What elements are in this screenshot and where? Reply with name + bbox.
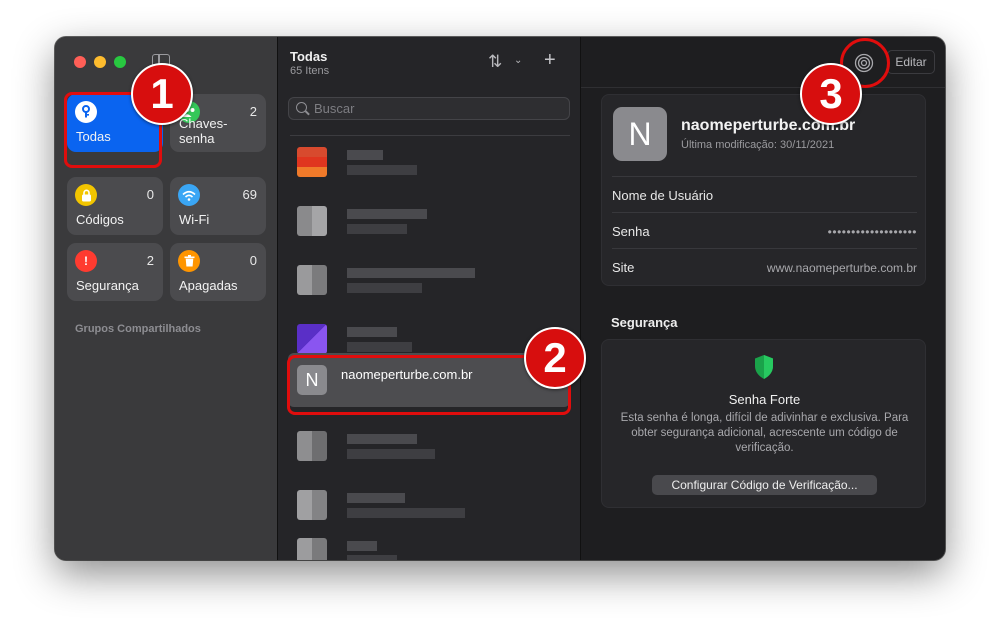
lock-icon: [75, 184, 97, 206]
username-row[interactable]: Nome de Usuário: [612, 176, 917, 212]
chevron-down-icon[interactable]: ⌄: [514, 55, 522, 66]
shared-groups-heading: Grupos Compartilhados: [75, 323, 201, 335]
password-row[interactable]: Senha •••••••••••••••••••: [612, 212, 917, 248]
list-item[interactable]: [288, 422, 570, 476]
tile-label: Wi-Fi: [179, 212, 210, 227]
sidebar-tile-codigos[interactable]: 0 Códigos: [67, 177, 163, 235]
list-item[interactable]: [288, 256, 570, 310]
row-label: Site: [612, 260, 635, 275]
tile-label: Códigos: [76, 212, 124, 227]
website-row[interactable]: Site www.naomeperturbe.com.br: [612, 248, 917, 284]
security-card: Senha Forte Esta senha é longa, difícil …: [601, 339, 926, 508]
step-badge-2: 2: [524, 327, 586, 389]
list-item-count: 65 Itens: [290, 65, 330, 77]
detail-toolbar: Editar: [581, 37, 945, 88]
close-window-button[interactable]: [74, 56, 86, 68]
search-icon: [296, 102, 307, 113]
blurred-site-icon: [297, 206, 327, 236]
blurred-site-icon: [297, 538, 327, 560]
alert-icon: !: [75, 250, 97, 272]
password-list-pane: Todas 65 Itens ⇅ ⌄ + Buscar N naomepertu…: [277, 37, 580, 560]
list-item[interactable]: [288, 197, 570, 251]
tile-count: 0: [249, 253, 257, 268]
security-heading: Segurança: [611, 315, 678, 330]
tile-count: 69: [242, 187, 257, 202]
shield-icon: [755, 355, 773, 379]
add-password-button[interactable]: +: [544, 49, 556, 72]
step-badge-3: 3: [800, 63, 862, 125]
sidebar-tile-seguranca[interactable]: ! 2 Segurança: [67, 243, 163, 301]
tile-label: Apagadas: [179, 278, 238, 293]
sidebar-tile-wifi[interactable]: 69 Wi-Fi: [170, 177, 266, 235]
tile-label: Chaves-senha: [179, 116, 228, 146]
blurred-site-icon: [297, 324, 327, 354]
list-title: Todas: [290, 49, 328, 64]
blurred-site-icon: [297, 147, 327, 177]
list-item[interactable]: [288, 529, 570, 560]
search-input[interactable]: [314, 100, 564, 117]
row-label: Nome de Usuário: [612, 188, 714, 203]
tile-count: 2: [146, 253, 154, 268]
list-separator: [290, 135, 570, 136]
credential-card: N naomeperturbe.com.br Última modificaçã…: [601, 94, 926, 286]
tile-label: Segurança: [76, 278, 139, 293]
minimize-window-button[interactable]: [94, 56, 106, 68]
row-value: www.naomeperturbe.com.br: [766, 261, 917, 275]
step-badge-1: 1: [131, 63, 193, 125]
configure-verification-code-button[interactable]: Configurar Código de Verificação...: [652, 475, 877, 495]
zoom-window-button[interactable]: [114, 56, 126, 68]
edit-button[interactable]: Editar: [887, 50, 935, 74]
list-item[interactable]: [288, 138, 570, 192]
sidebar-tile-apagadas[interactable]: 0 Apagadas: [170, 243, 266, 301]
last-modified: Última modificação: 30/11/2021: [681, 139, 835, 151]
trash-icon: [178, 250, 200, 272]
blurred-site-icon: [297, 490, 327, 520]
password-detail-pane: Editar N naomeperturbe.com.br Última mod…: [580, 37, 945, 560]
strength-description: Esta senha é longa, difícil de adivinhar…: [620, 412, 909, 454]
strength-title: Senha Forte: [728, 392, 801, 407]
wifi-icon: [178, 184, 200, 206]
sort-icon[interactable]: ⇅: [488, 52, 502, 72]
blurred-site-icon: [297, 431, 327, 461]
row-value: •••••••••••••••••••: [827, 225, 917, 239]
blurred-site-icon: [297, 265, 327, 295]
tile-count: 0: [146, 187, 154, 202]
list-item[interactable]: [288, 481, 570, 535]
row-label: Senha: [612, 224, 650, 239]
search-field[interactable]: [288, 97, 570, 120]
site-letter-icon: N: [613, 107, 667, 161]
